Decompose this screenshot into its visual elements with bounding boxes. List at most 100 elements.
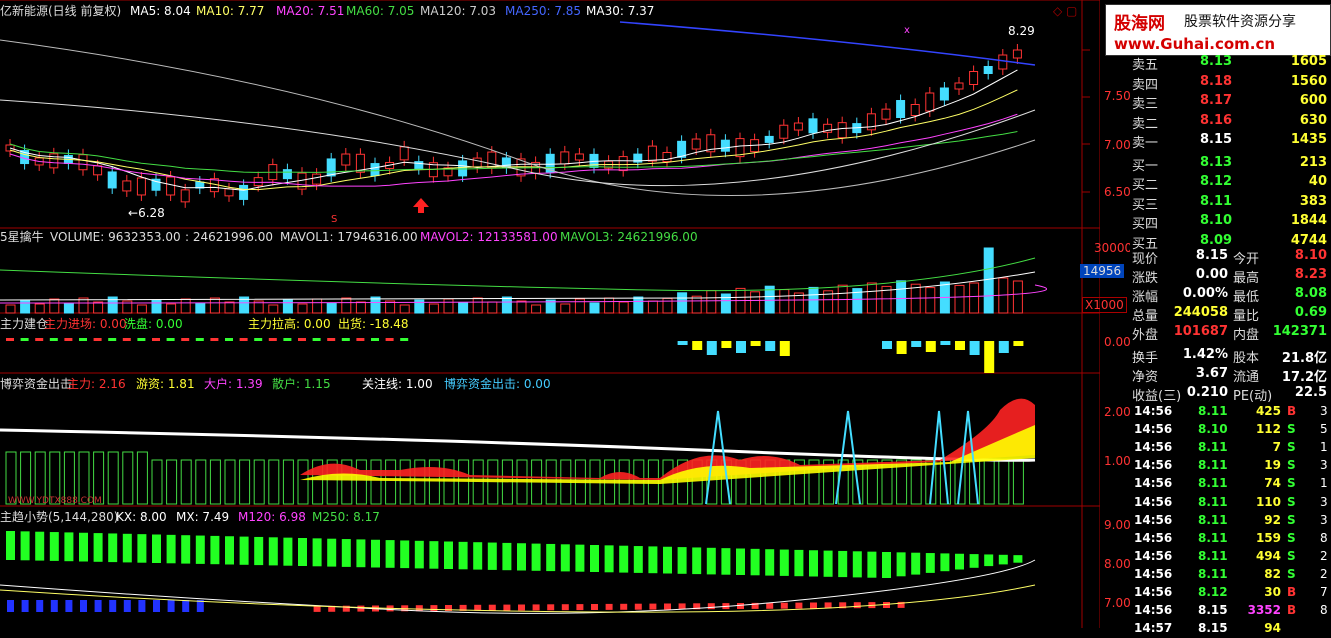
game-bar xyxy=(107,451,119,505)
capital-bar xyxy=(152,338,160,341)
volume-bar xyxy=(399,304,410,314)
volume-bar xyxy=(458,302,469,314)
trade-row[interactable]: 14:56 8.11 110 S 3 xyxy=(1130,493,1331,512)
candle-body xyxy=(969,71,979,85)
trend-bar xyxy=(298,538,307,566)
volume-bar xyxy=(20,299,31,314)
volume-bar xyxy=(618,301,629,314)
volume-bar xyxy=(691,295,702,314)
capital-bar xyxy=(79,338,87,341)
candle-body xyxy=(487,151,497,169)
site-logo[interactable]: 股海网 股票软件资源分享 www.Guhai.com.cn xyxy=(1105,4,1331,56)
volume-bar xyxy=(1012,280,1023,314)
trade-row[interactable]: 14:56 8.12 30 B 7 xyxy=(1130,583,1331,602)
trade-row[interactable]: 14:56 8.15 3352 B 8 xyxy=(1130,601,1331,620)
maximize-icon[interactable]: ◇ ▢ xyxy=(1053,4,1077,18)
candle-body xyxy=(224,188,234,197)
trade-volume: 74 xyxy=(1264,476,1281,491)
game-bar xyxy=(166,459,178,505)
trade-count: 5 xyxy=(1320,422,1328,437)
capital-bar xyxy=(93,338,102,341)
volume-bar xyxy=(779,289,790,314)
volume-bar xyxy=(297,303,308,314)
volume-bar xyxy=(925,287,936,314)
logo-slogan: 股票软件资源分享 xyxy=(1184,14,1296,30)
candle-body xyxy=(647,145,657,162)
logo-url: www.Guhai.com.cn xyxy=(1114,35,1276,53)
trend-tick-1: 9.00 xyxy=(1104,518,1131,532)
orderbook-row[interactable]: 买三 8.11 383 xyxy=(1130,192,1331,213)
orderbook-row[interactable]: 卖一 8.15 1435 xyxy=(1130,130,1331,151)
trade-price: 8.11 xyxy=(1198,548,1228,563)
orderbook-volume: 1605 xyxy=(1290,54,1327,69)
game-bar xyxy=(983,459,995,505)
volume-bar xyxy=(355,301,366,314)
trend-bar xyxy=(65,600,73,612)
trade-time: 14:56 xyxy=(1134,458,1173,473)
trade-row[interactable]: 14:56 8.10 112 S 5 xyxy=(1130,420,1331,439)
orderbook-row[interactable]: 买四 8.10 1844 xyxy=(1130,211,1331,232)
game-tick-1: 2.00 xyxy=(1104,405,1131,419)
kline-chart-area[interactable]: x xyxy=(0,0,1100,628)
trend-bar xyxy=(707,603,715,610)
trade-time: 14:56 xyxy=(1134,530,1173,545)
orderbook-price: 8.11 xyxy=(1200,193,1233,209)
mavol1-label: MAVOL1: 17946316.00 xyxy=(280,230,418,244)
trend-bar xyxy=(664,603,671,610)
trend-bar xyxy=(634,603,642,610)
trade-row[interactable]: 14:56 8.11 159 S 8 xyxy=(1130,529,1331,548)
trend-bar xyxy=(765,549,775,576)
capital-outflow: 出货: -18.48 xyxy=(338,317,409,331)
trade-row[interactable]: 14:56 8.11 74 S 1 xyxy=(1130,474,1331,493)
game-bar xyxy=(385,459,397,505)
trade-row[interactable]: 14:56 8.11 494 S 2 xyxy=(1130,547,1331,566)
trend-bar xyxy=(313,605,321,612)
trade-volume: 7 xyxy=(1272,440,1281,455)
trade-row[interactable]: 14:56 8.11 7 S 1 xyxy=(1130,438,1331,457)
game-retail: 散户: 1.15 xyxy=(272,377,331,391)
game-bar xyxy=(180,459,192,505)
trade-row[interactable]: 14:56 8.11 92 S 3 xyxy=(1130,511,1331,530)
trade-row[interactable]: 14:56 8.11 82 S 2 xyxy=(1130,565,1331,584)
candle-body xyxy=(837,122,847,139)
orderbook-row[interactable]: 卖四 8.18 1560 xyxy=(1130,72,1331,93)
candle-body xyxy=(691,138,701,150)
candle-body xyxy=(49,153,59,169)
trade-time: 14:56 xyxy=(1134,404,1173,418)
candle-body xyxy=(939,87,949,101)
trend-bar xyxy=(138,600,146,612)
orderbook-volume: 600 xyxy=(1299,93,1327,108)
capital-bar xyxy=(166,338,175,341)
volume-bar xyxy=(954,284,965,314)
volume-bar xyxy=(166,303,177,314)
ma-line xyxy=(619,21,1036,66)
trade-volume: 425 xyxy=(1255,404,1281,418)
game-bar xyxy=(136,451,148,505)
game-out: 博弈资金出击: 0.00 xyxy=(444,377,551,391)
game-bar xyxy=(998,459,1010,505)
orderbook-row[interactable]: 买一 8.13 213 xyxy=(1130,153,1331,174)
trade-count: 2 xyxy=(1320,548,1328,563)
capital-bar xyxy=(327,338,336,341)
trade-row[interactable]: 14:56 8.11 19 S 3 xyxy=(1130,456,1331,475)
trade-side: S xyxy=(1287,494,1296,509)
trend-bar xyxy=(152,534,161,563)
ma-line xyxy=(9,69,1018,191)
orderbook-row[interactable]: 卖五 8.13 1605 xyxy=(1130,52,1331,73)
game-bar xyxy=(414,459,426,505)
trade-count: 3 xyxy=(1320,512,1328,527)
orderbook-row[interactable]: 卖三 8.17 600 xyxy=(1130,91,1331,112)
trend-bar xyxy=(532,604,540,611)
orderbook-row[interactable]: 买二 8.12 40 xyxy=(1130,172,1331,193)
trend-bar xyxy=(94,600,102,612)
capital-bar xyxy=(385,338,394,341)
trade-row[interactable]: 14:57 8.15 94 xyxy=(1130,619,1331,638)
stat-value: 8.15 xyxy=(1195,248,1228,263)
orderbook-row[interactable]: 卖二 8.16 630 xyxy=(1130,111,1331,132)
trade-time: 14:56 xyxy=(1134,548,1173,563)
quote-stat-row: 外盘 101687 内盘 142371 xyxy=(1130,322,1331,343)
candle-body xyxy=(560,151,570,165)
orderbook-price: 8.17 xyxy=(1200,93,1233,108)
trade-price: 8.11 xyxy=(1198,566,1228,581)
trade-row[interactable]: 14:56 8.11 425 B 3 xyxy=(1130,402,1331,421)
